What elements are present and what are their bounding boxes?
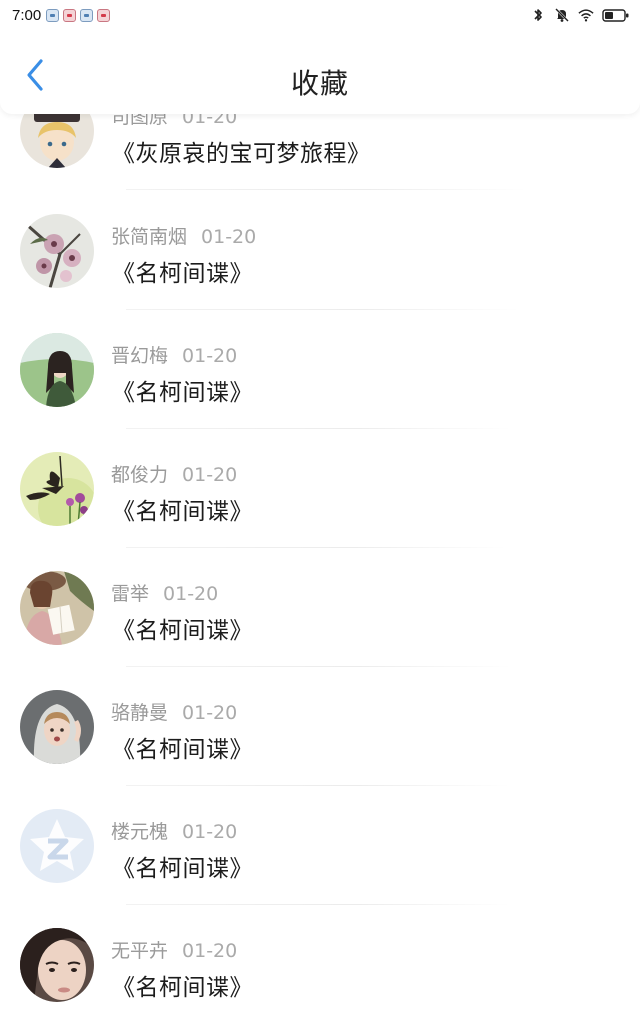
item-date: 01-20 [201,226,257,248]
author-name: 张简南烟 [111,226,188,248]
battery-icon [602,7,630,23]
app-notification-icon [46,9,59,22]
favorites-list: 司图原01-20 《灰原哀的宝可梦旅程》 张简南烟01-20 《名柯间谍》 [0,0,640,1024]
mute-icon [554,7,570,23]
item-meta: 晋幻梅 01-20 [111,341,237,368]
author-name: 雷举 [111,583,150,605]
avatar [20,333,94,407]
list-item[interactable]: 楼元槐 01-20 《名柯间谍》 [0,785,640,905]
item-meta: 楼元槐 01-20 [111,817,237,844]
status-time: 7:00 [12,7,42,24]
item-title: 《名柯间谍》 [112,618,253,644]
app-notification-icon [80,9,93,22]
author-name: 骆静曼 [111,702,169,724]
avatar [20,214,94,288]
item-date: 01-20 [182,702,238,724]
item-title: 《名柯间谍》 [112,380,253,406]
item-meta: 雷举 01-20 [111,579,218,606]
list-item[interactable]: 都俊力 01-20 《名柯间谍》 [0,428,640,548]
avatar [20,928,94,1002]
item-date: 01-20 [182,464,238,486]
item-title: 《名柯间谍》 [112,975,253,1001]
item-title: 《名柯间谍》 [112,499,253,525]
item-meta: 骆静曼 01-20 [111,698,237,725]
author-name: 都俊力 [111,464,169,486]
author-name: 无平卉 [111,940,169,962]
app-notification-icon [97,9,110,22]
list-item[interactable]: 晋幻梅 01-20 《名柯间谍》 [0,309,640,429]
avatar [20,571,94,645]
avatar [20,690,94,764]
author-name: 楼元槐 [111,821,169,843]
status-bar: 7:00 [0,0,640,34]
system-icons [530,7,630,23]
author-name: 晋幻梅 [111,345,169,367]
item-meta: 无平卉 01-20 [111,936,237,963]
page-title: 收藏 [290,67,349,100]
bluetooth-icon [530,7,546,23]
item-title: 《名柯间谍》 [112,856,253,882]
list-item[interactable]: 雷举 01-20 《名柯间谍》 [0,547,640,667]
nav-header: 收藏 [0,34,640,114]
item-date: 01-20 [182,821,238,843]
list-item[interactable]: 骆静曼 01-20 《名柯间谍》 [0,666,640,786]
item-date: 01-20 [163,583,219,605]
item-title: 《名柯间谍》 [112,261,253,287]
item-date: 01-20 [182,345,238,367]
item-title: 《名柯间谍》 [112,737,253,763]
app-notification-icon [63,9,76,22]
item-meta: 张简南烟 01-20 [111,222,256,249]
list-item[interactable]: 张简南烟 01-20 《名柯间谍》 [0,190,640,310]
avatar [20,809,94,883]
wifi-icon [578,7,594,23]
item-title: 《灰原哀的宝可梦旅程》 [112,141,371,167]
list-item[interactable]: 无平卉 01-20 《名柯间谍》 [0,904,640,1023]
avatar [20,452,94,526]
notification-icons [46,9,110,22]
item-date: 01-20 [182,940,238,962]
item-meta: 都俊力 01-20 [111,460,237,487]
